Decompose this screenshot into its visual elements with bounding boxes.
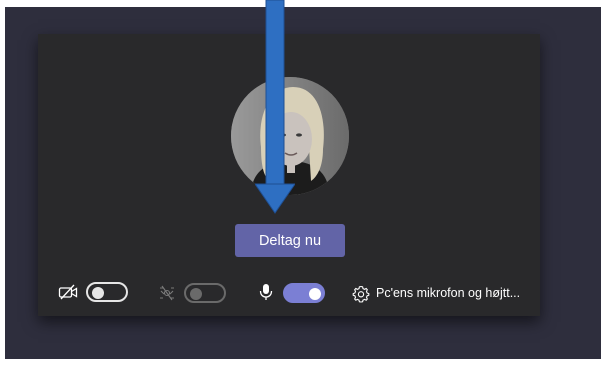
gear-icon[interactable] <box>352 285 370 303</box>
camera-toggle-knob <box>92 287 104 299</box>
background-effects-toggle-knob <box>190 288 202 300</box>
microphone-toggle[interactable] <box>283 283 325 303</box>
camera-off-icon[interactable] <box>58 284 78 300</box>
device-settings-label[interactable]: Pc'ens mikrofon og højtt... <box>376 286 520 300</box>
background-effects-toggle[interactable] <box>184 283 226 303</box>
background-blur-icon[interactable] <box>158 285 176 301</box>
arrow-annotation <box>255 0 295 214</box>
microphone-toggle-knob <box>309 288 321 300</box>
camera-toggle[interactable] <box>86 282 128 302</box>
join-now-button[interactable]: Deltag nu <box>235 224 345 257</box>
microphone-icon[interactable] <box>259 283 273 301</box>
